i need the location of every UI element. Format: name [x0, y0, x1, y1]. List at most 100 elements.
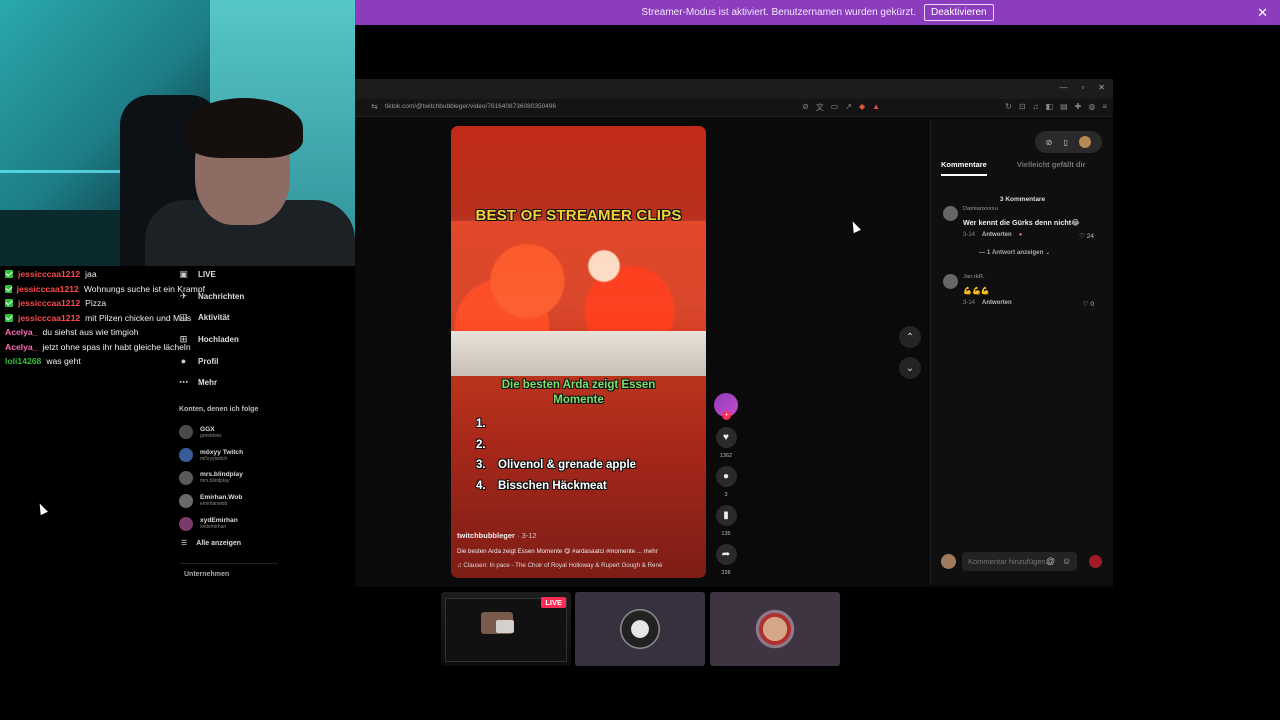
- tab-comments[interactable]: Kommentare: [941, 160, 987, 176]
- like-count: 1362: [719, 453, 733, 459]
- heart-icon[interactable]: ♥: [715, 427, 737, 448]
- video-author[interactable]: twitchbubbleger · 3-12: [457, 531, 537, 540]
- avatar[interactable]: [1079, 136, 1092, 148]
- maximize-icon[interactable]: ▫: [1081, 83, 1084, 92]
- webcam-person-hair: [185, 98, 303, 158]
- emoji-icon[interactable]: ☺: [1062, 556, 1071, 566]
- sidebar-item-nachrichten[interactable]: ✈ Nachrichten: [178, 286, 278, 308]
- comment-like[interactable]: ♡ 24: [1079, 232, 1094, 240]
- mention-icon[interactable]: @: [1046, 556, 1055, 566]
- share-icon[interactable]: ↗: [845, 102, 852, 113]
- account-text: xydEmirhan xedemirhan: [200, 517, 238, 530]
- site-info-icon[interactable]: ⇆: [371, 102, 378, 111]
- account-handle: greektoks: [200, 432, 222, 439]
- list-item: 1.: [476, 418, 486, 430]
- chat-username[interactable]: jessicccaa1212: [18, 296, 80, 311]
- show-replies-link[interactable]: — 1 Antwort anzeigen ⌄: [979, 249, 1050, 256]
- bookmark-icon[interactable]: ▮: [715, 505, 737, 526]
- creator-avatar[interactable]: [714, 393, 738, 420]
- reply-button[interactable]: Antworten: [982, 232, 1012, 238]
- comment-text: Wer kennt die Gürks denn nicht😂: [963, 218, 1080, 227]
- verified-badge-icon: [5, 299, 13, 308]
- comment-like[interactable]: ♡ 0: [1083, 300, 1094, 308]
- translate-icon[interactable]: 文: [816, 102, 824, 113]
- webcam-desk: [0, 210, 120, 266]
- live-thumbnail[interactable]: LIVE: [441, 592, 571, 666]
- screen-icon[interactable]: ▭: [831, 102, 839, 113]
- comment-user[interactable]: Damianxxxxu: [963, 206, 998, 212]
- sidebar-item-aktivität[interactable]: ◫ Aktivität: [178, 307, 278, 329]
- live-thumbnail[interactable]: [710, 592, 840, 666]
- sidebar-icon[interactable]: ◧: [1046, 102, 1054, 111]
- chat-message: jessicccaa1212 mit Pilzen chicken und Mai…: [5, 311, 205, 326]
- video-player[interactable]: BEST OF STREAMER CLIPS Die besten Arda z…: [451, 126, 706, 578]
- following-list: GGX greektoks möxyy Twitch m0xyytwitch mrs.b…: [179, 421, 279, 535]
- avatar[interactable]: [943, 274, 958, 289]
- account-handle: m0xyytwitch: [200, 455, 228, 462]
- alert-icon[interactable]: ▲: [872, 102, 880, 113]
- phone-icon[interactable]: ▯: [1064, 138, 1068, 147]
- comment-count: 3: [724, 492, 728, 498]
- following-account[interactable]: GGX greektoks: [179, 421, 279, 444]
- avatar[interactable]: [943, 206, 958, 221]
- following-account[interactable]: mrs.blindplay mrs.blindplay: [179, 467, 279, 490]
- deactivate-button[interactable]: Deaktivieren: [923, 4, 994, 21]
- chat-message: Acelya_ jetzt ohne spas ihr habt gleiche …: [5, 340, 205, 355]
- send-icon[interactable]: [1089, 555, 1102, 568]
- chat-log: jessicccaa1212 jaa jessicccaa1212 Wohnungs …: [5, 267, 205, 369]
- following-account[interactable]: möxyy Twitch m0xyytwitch: [179, 444, 279, 467]
- block-icon[interactable]: ⊘: [1046, 138, 1053, 147]
- verified-badge-icon: [5, 284, 12, 293]
- comment-icon[interactable]: ●: [715, 466, 737, 487]
- tabs-icon[interactable]: ▤: [1060, 102, 1068, 111]
- chat-message: jessicccaa1212 Pizza: [5, 296, 205, 311]
- url-action-icons: ⊘ 文 ▭ ↗ ◆ ▲: [802, 102, 880, 113]
- account-text: mrs.blindplay mrs.blindplay: [200, 471, 243, 484]
- url-field[interactable]: tiktok.com/@twitchbubbleger/video/761640…: [385, 103, 556, 110]
- music-icon[interactable]: ♫: [1033, 102, 1039, 111]
- following-account[interactable]: xydEmirhan xedemirhan: [179, 512, 279, 535]
- chat-username[interactable]: loli14268: [5, 354, 41, 369]
- video-music[interactable]: ♫ Clausen: In pace - The Choir of Royal …: [457, 562, 662, 569]
- refresh-icon[interactable]: ↻: [1005, 102, 1012, 111]
- avatar: [179, 493, 193, 508]
- chat-username[interactable]: Acelya_: [5, 325, 38, 340]
- chat-text: jaa: [85, 269, 97, 279]
- chat-username[interactable]: Acelya_: [5, 340, 38, 355]
- tab-suggestions[interactable]: Vielleicht gefällt dir: [1017, 160, 1086, 176]
- sidebar-item-hochladen[interactable]: ⊞ Hochladen: [178, 329, 278, 351]
- puzzle-icon[interactable]: ✚: [1075, 102, 1082, 111]
- share-arrow-icon[interactable]: ➦: [715, 544, 737, 565]
- comment-input[interactable]: [962, 552, 1077, 571]
- upload-icon: ⊞: [179, 334, 188, 345]
- show-all-label: Alle anzeigen: [196, 539, 242, 547]
- reply-button[interactable]: Antworten: [982, 300, 1012, 306]
- chat-username[interactable]: jessicccaa1212: [17, 282, 79, 297]
- chevron-down-icon: ⌄: [905, 362, 915, 374]
- show-all-link[interactable]: ☰ Alle anzeigen: [181, 539, 242, 548]
- chat-username[interactable]: jessicccaa1212: [18, 267, 80, 282]
- mute-icon[interactable]: ⊘: [802, 102, 809, 113]
- following-account[interactable]: Emirhan.Wob emirhanwob: [179, 489, 279, 512]
- sidebar-item-mehr[interactable]: ⋯ Mehr: [178, 372, 278, 394]
- shield-icon[interactable]: ◆: [859, 102, 865, 113]
- close-icon[interactable]: ✕: [1257, 5, 1268, 21]
- close-window-icon[interactable]: ✕: [1098, 83, 1105, 92]
- menu-icon[interactable]: ≡: [1102, 102, 1107, 111]
- avatar: [179, 448, 193, 463]
- chat-username[interactable]: jessicccaa1212: [18, 311, 80, 326]
- wallet-icon[interactable]: ◍: [1088, 102, 1095, 111]
- thumbnail-avatar: [747, 601, 803, 657]
- chat-message: jessicccaa1212 Wohnungs suche ist ein Kra…: [5, 282, 205, 297]
- video-description[interactable]: Die besten Arda zeigt Essen Momente 😋 #a…: [457, 548, 658, 555]
- minimize-icon[interactable]: —: [1059, 83, 1067, 92]
- next-video-button[interactable]: ⌄: [899, 357, 921, 379]
- sidebar-item-live[interactable]: ▣ LIVE: [178, 264, 278, 286]
- sidebar-item-profil[interactable]: ● Profil: [178, 350, 278, 372]
- previous-video-button[interactable]: ⌃: [899, 326, 921, 348]
- live-thumbnail[interactable]: [575, 592, 705, 666]
- extension-icon[interactable]: ⊡: [1019, 102, 1026, 111]
- mouse-cursor-icon: [36, 501, 48, 516]
- live-badge: LIVE: [541, 597, 566, 608]
- comment-user[interactable]: Jan.rkR.: [963, 274, 985, 280]
